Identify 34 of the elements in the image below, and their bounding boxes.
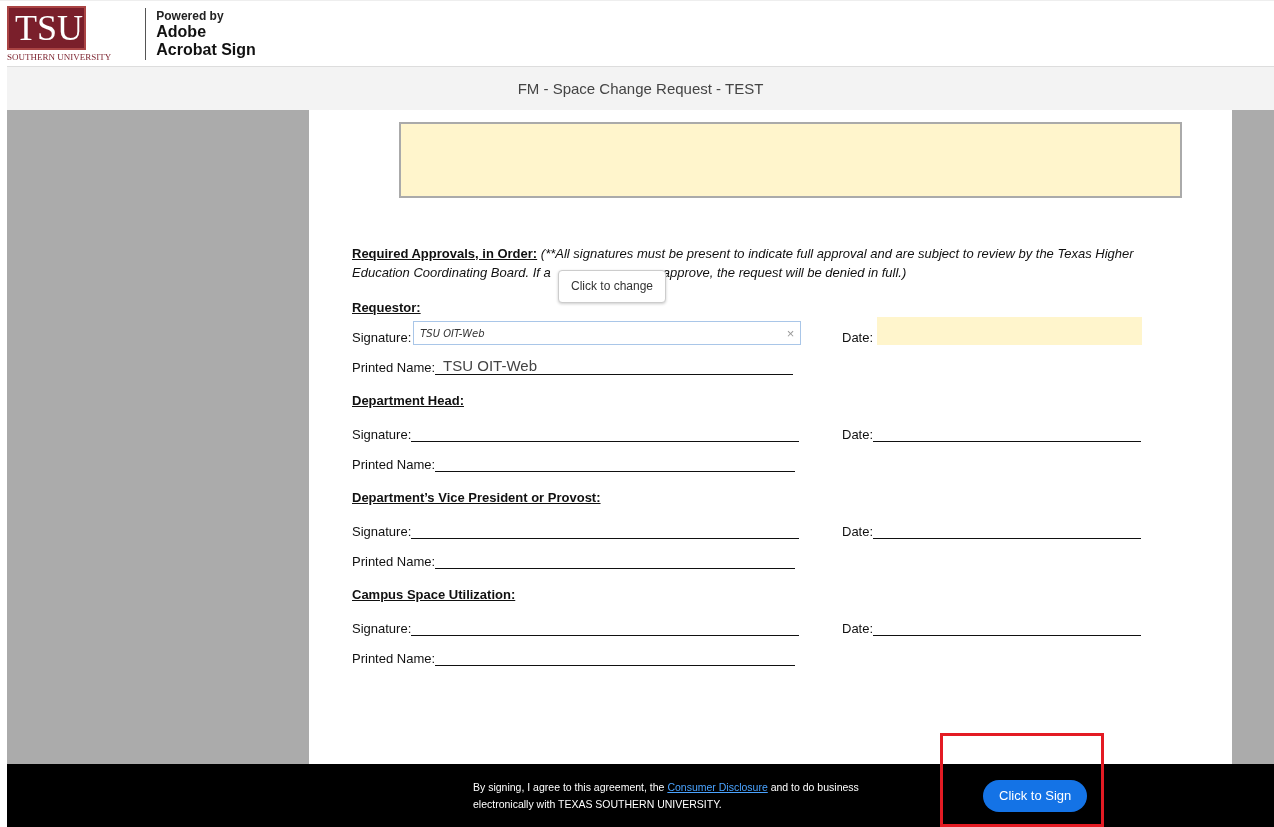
approvals-heading: Required Approvals, in Order: [352,246,538,261]
printed-name-label: Printed Name: [352,360,436,375]
section-title: Requestor: [352,300,422,315]
signature-label: Signature: [352,524,412,539]
printed-name-label: Printed Name: [352,651,436,666]
section-title: Department’s Vice President or Provost: [352,490,602,505]
consumer-disclosure-link[interactable]: Consumer Disclosure [667,780,768,793]
signature-field[interactable]: TSU OIT-Web × [413,321,802,345]
date-label: Date: [842,330,874,345]
document-title: FM - Space Change Request - TEST [7,66,1274,110]
text-field[interactable] [399,122,1182,198]
date-label: Date: [842,621,874,636]
logo-letters: TSU [7,5,86,50]
click-to-sign-button[interactable]: Click to Sign [983,779,1088,812]
signature-label: Signature: [352,330,412,345]
logo-caption: SOUTHERN UNIVERSITY [7,51,112,62]
date-label: Date: [842,427,874,442]
section-title: Campus Space Utilization: [352,587,517,602]
signature-label: Signature: [352,621,412,636]
product-name: Adobe [156,22,208,41]
printed-name-value: TSU OIT-Web [435,357,794,375]
date-label: Date: [842,524,874,539]
signature-value: TSU OIT-Web [420,327,485,339]
signature-label: Signature: [352,427,412,442]
date-field[interactable] [877,317,1142,345]
printed-name-label: Printed Name: [352,554,436,569]
approvals-note: approve, the request will be denied in full.) [662,265,907,280]
product-name: Acrobat Sign [156,40,256,59]
printed-name-label: Printed Name: [352,457,436,472]
powered-by-label: Powered by [156,8,225,23]
approvals-note: Education Coordinating Board. If a [352,265,551,280]
approvals-note: (**All signatures must be present to indicate full approval and are subject to review by the Texas Higher [540,246,1134,261]
agreement-text: By signing, I agree to this agreement, the Consumer Disclosure and to do business electronically with TEXAS SOUTHERN UNIVERSITY. [473,779,860,812]
section-title: Department Head: [352,393,465,408]
